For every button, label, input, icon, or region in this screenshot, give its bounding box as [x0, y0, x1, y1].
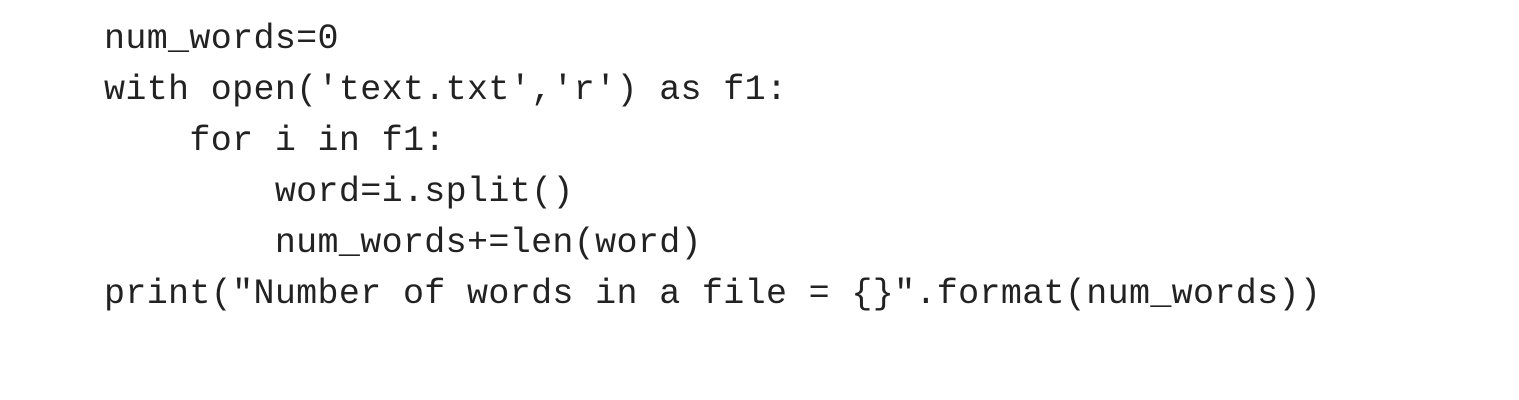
code-line: word=i.split() — [104, 172, 574, 212]
code-line: num_words+=len(word) — [104, 223, 702, 263]
code-line: with open('text.txt','r') as f1: — [104, 70, 788, 110]
code-block: num_words=0with open('text.txt','r') as … — [104, 14, 1321, 320]
code-line: print("Number of words in a file = {}".f… — [104, 274, 1322, 314]
code-line: for i in f1: — [104, 121, 446, 161]
code-line: num_words=0 — [104, 19, 339, 59]
